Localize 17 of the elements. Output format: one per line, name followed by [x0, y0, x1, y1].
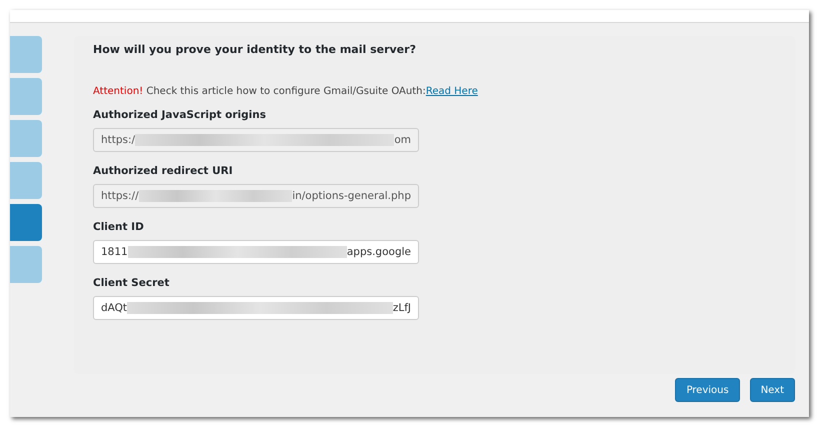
- wizard-step-tab[interactable]: [10, 36, 42, 73]
- notice-text: Attention! Check this article how to configure Gmail/Gsuite OAuth:Read Here: [93, 86, 479, 97]
- read-here-link[interactable]: Read Here: [426, 86, 478, 97]
- section-heading: How will you prove your identity to the mail server?: [93, 43, 417, 56]
- input-field[interactable]: dAQt zLfJ: [93, 296, 419, 320]
- previous-button[interactable]: Previous: [675, 378, 740, 402]
- input-field[interactable]: 1811 apps.google: [93, 240, 419, 264]
- wizard-step-tab[interactable]: [10, 120, 42, 157]
- wizard-step-tab[interactable]: [10, 162, 42, 199]
- field-label: Authorized redirect URI: [93, 165, 234, 177]
- field-label: Client Secret: [93, 277, 170, 289]
- field-label: Client ID: [93, 221, 145, 233]
- next-button[interactable]: Next: [750, 378, 795, 402]
- wizard-step-tab[interactable]: [10, 78, 42, 115]
- field-label: Authorized JavaScript origins: [93, 109, 267, 121]
- wizard-step-tab[interactable]: [10, 204, 42, 241]
- wizard-step-tab[interactable]: [10, 246, 42, 283]
